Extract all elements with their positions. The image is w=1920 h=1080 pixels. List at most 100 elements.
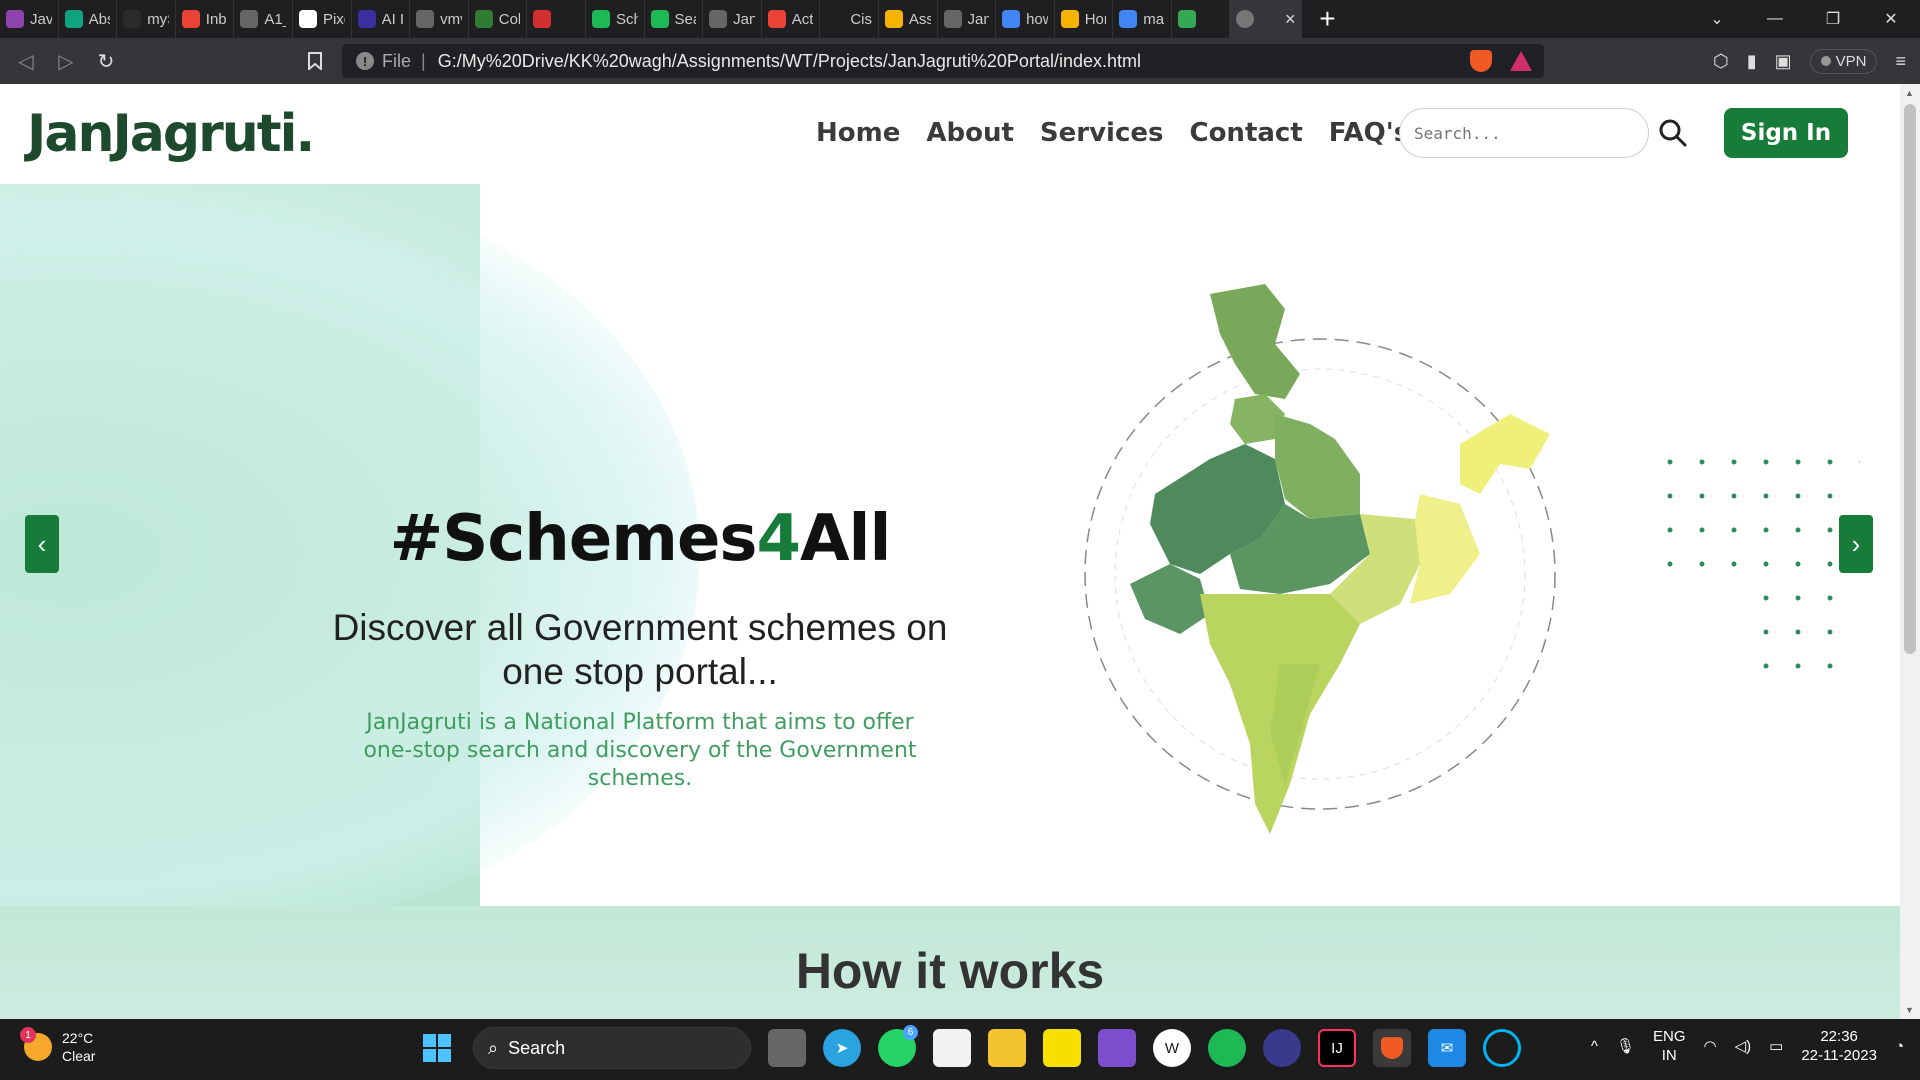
brave-shields-icon[interactable]	[1470, 50, 1492, 72]
back-icon[interactable]: ◁	[6, 41, 46, 81]
eclipse-icon[interactable]	[1263, 1029, 1301, 1067]
web-page: JanJagruti. Home About Services Contact FAQ'…	[0, 84, 1900, 1019]
tab-favicon-icon	[1060, 10, 1079, 28]
mail-icon[interactable]: ✉	[1428, 1029, 1466, 1067]
scroll-up-icon[interactable]: ▲	[1905, 88, 1914, 98]
browser-tab[interactable]: Pixe	[293, 0, 352, 38]
windows-start-icon[interactable]	[418, 1029, 456, 1067]
sticky-notes-icon[interactable]	[1043, 1029, 1081, 1067]
nav-link-services[interactable]: Services	[1040, 118, 1164, 148]
task-view-icon[interactable]	[768, 1029, 806, 1067]
site-search-input[interactable]	[1399, 108, 1649, 158]
whatsapp-icon[interactable]: 6	[878, 1025, 918, 1067]
headline-part-2: All	[799, 502, 891, 576]
extensions-icon[interactable]: ⬡	[1713, 51, 1729, 72]
tab-favicon-icon	[884, 10, 903, 28]
visual-studio-icon[interactable]	[1098, 1029, 1136, 1067]
info-icon[interactable]: !	[356, 52, 374, 70]
nav-link-home[interactable]: Home	[816, 118, 900, 148]
tab-active[interactable]: ×	[1230, 0, 1303, 38]
taskbar-search[interactable]: ⌕ Search	[473, 1027, 751, 1069]
browser-tab[interactable]: Java	[0, 0, 59, 38]
wordpad-icon[interactable]: W	[1153, 1029, 1191, 1067]
close-tab-icon[interactable]: ×	[1285, 9, 1296, 30]
file-explorer-icon[interactable]	[988, 1029, 1026, 1067]
browser-tab[interactable]: AI In	[352, 0, 411, 38]
browser-tab[interactable]: vmv	[410, 0, 469, 38]
microphone-icon[interactable]: 🎙	[1616, 1037, 1635, 1055]
clock[interactable]: 22:36 22-11-2023	[1801, 1027, 1877, 1065]
spotify-icon[interactable]	[1208, 1029, 1246, 1067]
browser-tab[interactable]: Sch	[586, 0, 645, 38]
browser-tab[interactable]: Hon	[1055, 0, 1114, 38]
reload-icon[interactable]: ↻	[86, 41, 126, 81]
browser-tab[interactable]: Acti	[762, 0, 821, 38]
forward-icon[interactable]: ▷	[46, 41, 86, 81]
vpn-label: VPN	[1835, 52, 1867, 70]
tab-favicon-icon	[64, 10, 83, 28]
clock-time: 22:36	[1820, 1028, 1858, 1045]
browser-tab[interactable]	[527, 0, 586, 38]
browser-tab[interactable]: Abs	[59, 0, 118, 38]
site-logo[interactable]: JanJagruti.	[27, 104, 315, 164]
search-icon[interactable]	[1658, 118, 1688, 148]
restore-icon[interactable]: ❐	[1804, 0, 1862, 38]
nav-link-contact[interactable]: Contact	[1189, 118, 1302, 148]
address-bar[interactable]: ! File | G:/My%20Drive/KK%20wagh/Assignm…	[342, 44, 1544, 78]
how-it-works-section: How it works	[0, 906, 1900, 1019]
browser-tab[interactable]: Colo	[469, 0, 528, 38]
volume-icon[interactable]: ◁)	[1735, 1037, 1752, 1055]
tab-label: Cisc	[850, 10, 872, 28]
sign-in-button[interactable]: Sign In	[1724, 108, 1848, 158]
browser-tab[interactable]: JanJ	[703, 0, 762, 38]
tab-label: Sch	[615, 10, 638, 28]
carousel-prev-button[interactable]: ‹	[25, 515, 59, 573]
wifi-icon[interactable]: ◠	[1704, 1037, 1717, 1055]
browser-tab[interactable]: A1_(	[234, 0, 293, 38]
new-tab-button[interactable]: +	[1302, 3, 1352, 35]
minimize-icon[interactable]: —	[1746, 0, 1804, 38]
wallet-icon[interactable]: ▣	[1775, 51, 1792, 72]
tab-label: Inbo	[205, 10, 228, 28]
bookmark-icon[interactable]	[295, 41, 335, 81]
section-title: How it works	[795, 943, 1105, 999]
vpn-button[interactable]: VPN	[1809, 48, 1878, 74]
address-url[interactable]: G:/My%20Drive/KK%20wagh/Assignments/WT/P…	[438, 51, 1141, 72]
browser-tab[interactable]	[1172, 0, 1231, 38]
scroll-down-icon[interactable]: ▼	[1905, 1005, 1914, 1015]
brave-browser-icon[interactable]	[1373, 1029, 1411, 1067]
browser-tab[interactable]: Sea	[645, 0, 704, 38]
tab-search-chevron-icon[interactable]: ⌄	[1688, 0, 1746, 38]
tab-favicon-icon	[826, 10, 845, 28]
windows-taskbar: 1 22°C Clear ⌕ Search ➤ 6 W IJ ✉ ^ 🎙 ENG	[0, 1019, 1920, 1080]
browser-tab[interactable]: Cisc	[820, 0, 879, 38]
cortana-icon[interactable]	[1483, 1029, 1521, 1067]
close-window-icon[interactable]: ✕	[1862, 0, 1920, 38]
browser-tab[interactable]: JanJ	[938, 0, 997, 38]
telegram-icon[interactable]: ➤	[823, 1029, 861, 1067]
page-scrollbar[interactable]: ▲ ▼	[1900, 84, 1920, 1019]
browser-tab[interactable]: myS	[117, 0, 176, 38]
browser-tab[interactable]: Inbo	[176, 0, 235, 38]
hero-headline: #Schemes4All	[340, 502, 940, 576]
intellij-icon[interactable]: IJ	[1318, 1029, 1356, 1067]
scrollbar-thumb[interactable]	[1904, 104, 1916, 654]
weather-widget[interactable]: 1 22°C Clear	[20, 1027, 95, 1065]
browser-tab[interactable]: Assi	[879, 0, 938, 38]
sidebar-icon[interactable]: ▮	[1747, 51, 1757, 72]
microsoft-store-icon[interactable]	[933, 1029, 971, 1067]
language-indicator[interactable]: ENG IN	[1653, 1027, 1686, 1065]
browser-tab[interactable]: how	[996, 0, 1055, 38]
weather-temp: 22°C	[62, 1030, 94, 1046]
chevron-up-icon[interactable]: ^	[1591, 1038, 1598, 1055]
tab-favicon-icon	[533, 10, 552, 28]
nav-link-about[interactable]: About	[926, 118, 1014, 148]
browser-tab[interactable]: mal	[1113, 0, 1172, 38]
nav-link-faqs[interactable]: FAQ's	[1329, 118, 1409, 148]
menu-icon[interactable]: ≡	[1895, 51, 1906, 72]
notifications-icon[interactable]: ◔	[1895, 1038, 1904, 1055]
tab-label: Hon	[1084, 10, 1107, 28]
tab-label: Pixe	[322, 10, 345, 28]
battery-icon[interactable]: ▭	[1769, 1037, 1783, 1055]
brave-rewards-icon[interactable]	[1510, 51, 1532, 71]
